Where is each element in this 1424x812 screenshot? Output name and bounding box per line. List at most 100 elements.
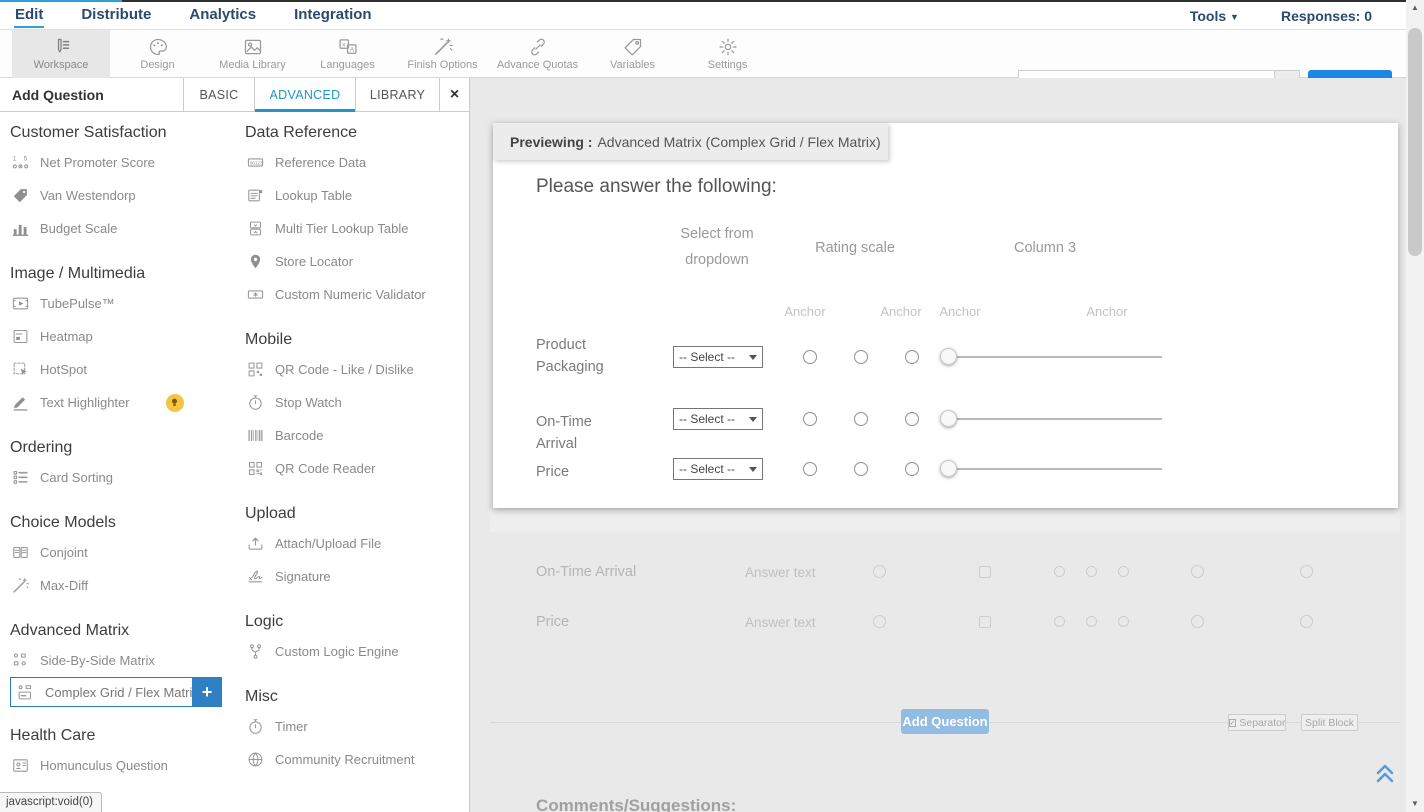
- radio-button[interactable]: [854, 412, 868, 426]
- sidebar-item-stop-watch[interactable]: Stop Watch: [245, 386, 471, 419]
- section-title-advanced-matrix: Advanced Matrix: [10, 622, 236, 640]
- sidebar-item-label: Van Westendorp: [40, 188, 136, 203]
- toolbar-variables-button[interactable]: Variables: [585, 30, 680, 78]
- tab-library[interactable]: LIBRARY: [355, 78, 439, 111]
- sidebar-item-max-diff[interactable]: Max-Diff: [10, 569, 236, 602]
- tools-label: Tools: [1190, 8, 1226, 24]
- sidebar-item-heatmap[interactable]: Heatmap: [10, 320, 236, 353]
- toolbar-languages-button[interactable]: xALanguages: [300, 30, 395, 78]
- upload-icon: [245, 535, 265, 552]
- anchor-label: Anchor: [920, 304, 1000, 319]
- qr-reader-icon: [245, 460, 265, 477]
- tab-advanced[interactable]: ADVANCED: [254, 78, 355, 111]
- sidebar-item-lookup-table[interactable]: Lookup Table: [245, 179, 471, 212]
- separator-toggle[interactable]: ✓ Separator: [1228, 714, 1286, 731]
- section-title-ordering: Ordering: [10, 439, 236, 457]
- add-selected-question-button[interactable]: +: [192, 677, 222, 707]
- sidebar-item-hotspot[interactable]: HotSpot: [10, 353, 236, 386]
- radio-button[interactable]: [854, 350, 868, 364]
- sidebar-item-tubepulse[interactable]: TubePulse™: [10, 287, 236, 320]
- matrix-row-label: Product Packaging: [536, 334, 636, 378]
- sidebar-item-barcode[interactable]: Barcode: [245, 419, 471, 452]
- slider-handle[interactable]: [940, 460, 957, 477]
- nav-item-analytics[interactable]: Analytics: [188, 3, 257, 28]
- radio-button: [1054, 566, 1065, 577]
- tools-menu[interactable]: Tools ▼: [1190, 8, 1239, 24]
- stopwatch-icon: [245, 394, 265, 411]
- sidebar-item-label: Custom Logic Engine: [275, 644, 399, 659]
- radio-button[interactable]: [905, 412, 919, 426]
- slider-track[interactable]: [948, 468, 1162, 470]
- radio-button: [1086, 566, 1097, 577]
- sidebar-item-qr-code-like-dislike[interactable]: QR Code - Like / Dislike: [245, 353, 471, 386]
- sidebar-item-label: Conjoint: [40, 545, 88, 560]
- column-header: Select from dropdown: [662, 221, 772, 273]
- media-library-icon: [243, 37, 263, 57]
- split-block-button[interactable]: Split Block: [1301, 714, 1358, 731]
- nav-item-distribute[interactable]: Distribute: [80, 3, 152, 28]
- radio-button[interactable]: [803, 350, 817, 364]
- sidebar-item-multi-tier-lookup-table[interactable]: Multi Tier Lookup Table: [245, 212, 471, 245]
- toolbar-workspace-button[interactable]: Workspace: [12, 30, 110, 78]
- nav-item-edit[interactable]: Edit: [14, 3, 44, 28]
- scroll-up-arrow[interactable]: ▲: [1406, 0, 1424, 16]
- toolbar-button-label: Workspace: [34, 59, 89, 71]
- toolbar-design-button[interactable]: Design: [110, 30, 205, 78]
- sidebar-item-signature[interactable]: Signature: [245, 560, 471, 593]
- radio-button[interactable]: [905, 350, 919, 364]
- toolbar-settings-button[interactable]: Settings: [680, 30, 775, 78]
- slider-track[interactable]: [948, 418, 1162, 420]
- sidebar-item-community-recruitment[interactable]: Community Recruitment: [245, 743, 471, 776]
- numeric-validator-icon: [245, 286, 265, 303]
- sidebar-item-text-highlighter[interactable]: Text Highlighter: [10, 386, 236, 419]
- sidebar-item-conjoint[interactable]: Conjoint: [10, 536, 236, 569]
- sidebar-item-net-promoter-score[interactable]: 15Net Promoter Score: [10, 146, 236, 179]
- check-icon: ✓: [1229, 719, 1237, 727]
- scroll-down-arrow[interactable]: ▼: [1406, 796, 1424, 812]
- chevron-down-icon: [749, 467, 757, 472]
- slider-handle[interactable]: [940, 348, 957, 365]
- slider-handle[interactable]: [940, 410, 957, 427]
- sidebar-item-store-locator[interactable]: Store Locator: [245, 245, 471, 278]
- map-pin-icon: [245, 253, 265, 270]
- globe-icon: [245, 751, 265, 768]
- sidebar-item-reference-data[interactable]: 96123Reference Data: [245, 146, 471, 179]
- workspace-icon: [51, 37, 71, 57]
- collapse-chevrons-up-icon[interactable]: [1373, 760, 1397, 791]
- answer-text-placeholder: Answer text: [745, 565, 816, 580]
- sidebar-item-card-sorting[interactable]: Card Sorting: [10, 461, 236, 494]
- responses-count[interactable]: Responses: 0: [1281, 8, 1372, 24]
- radio-button[interactable]: [803, 462, 817, 476]
- sidebar-item-side-by-side-matrix[interactable]: Side-By-Side Matrix: [10, 644, 236, 677]
- toolbar-media-library-button[interactable]: Media Library: [205, 30, 300, 78]
- toolbar-advance-quotas-button[interactable]: Advance Quotas: [490, 30, 585, 78]
- sidebar-item-budget-scale[interactable]: Budget Scale: [10, 212, 236, 245]
- scrollbar[interactable]: ▲ ▼: [1406, 0, 1424, 812]
- slider-track[interactable]: [948, 356, 1162, 358]
- sidebar-item-complex-grid-flex-matrix[interactable]: Complex Grid / Flex Matrix+: [10, 677, 222, 707]
- radio-button[interactable]: [854, 462, 868, 476]
- select-value: -- Select --: [679, 412, 735, 426]
- select-dropdown[interactable]: -- Select --: [673, 408, 763, 430]
- sidebar-item-custom-numeric-validator[interactable]: Custom Numeric Validator: [245, 278, 471, 311]
- select-dropdown[interactable]: -- Select --: [673, 346, 763, 368]
- sidebar-item-homunculus-question[interactable]: Homunculus Question: [10, 749, 236, 782]
- sidebar-item-van-westendorp[interactable]: Van Westendorp: [10, 179, 236, 212]
- radio-button[interactable]: [905, 462, 919, 476]
- anchor-label: Anchor: [765, 304, 845, 319]
- toolbar-button-label: Advance Quotas: [497, 59, 578, 71]
- sidebar-item-attach-upload-file[interactable]: Attach/Upload File: [245, 527, 471, 560]
- sidebar-item-custom-logic-engine[interactable]: Custom Logic Engine: [245, 635, 471, 668]
- close-panel-button[interactable]: ×: [439, 78, 469, 111]
- select-dropdown[interactable]: -- Select --: [673, 458, 763, 480]
- previewing-header: Previewing : Advanced Matrix (Complex Gr…: [493, 123, 888, 160]
- sidebar-item-timer[interactable]: Timer: [245, 710, 471, 743]
- tab-basic[interactable]: BASIC: [183, 78, 254, 111]
- sidebar-item-qr-code-reader[interactable]: QR Code Reader: [245, 452, 471, 485]
- highlighter-icon: [10, 394, 30, 411]
- nav-item-integration[interactable]: Integration: [293, 3, 373, 28]
- radio-button[interactable]: [803, 412, 817, 426]
- add-question-button[interactable]: Add Question: [901, 709, 989, 734]
- toolbar-finish-options-button[interactable]: Finish Options: [395, 30, 490, 78]
- scrollbar-thumb[interactable]: [1408, 28, 1422, 256]
